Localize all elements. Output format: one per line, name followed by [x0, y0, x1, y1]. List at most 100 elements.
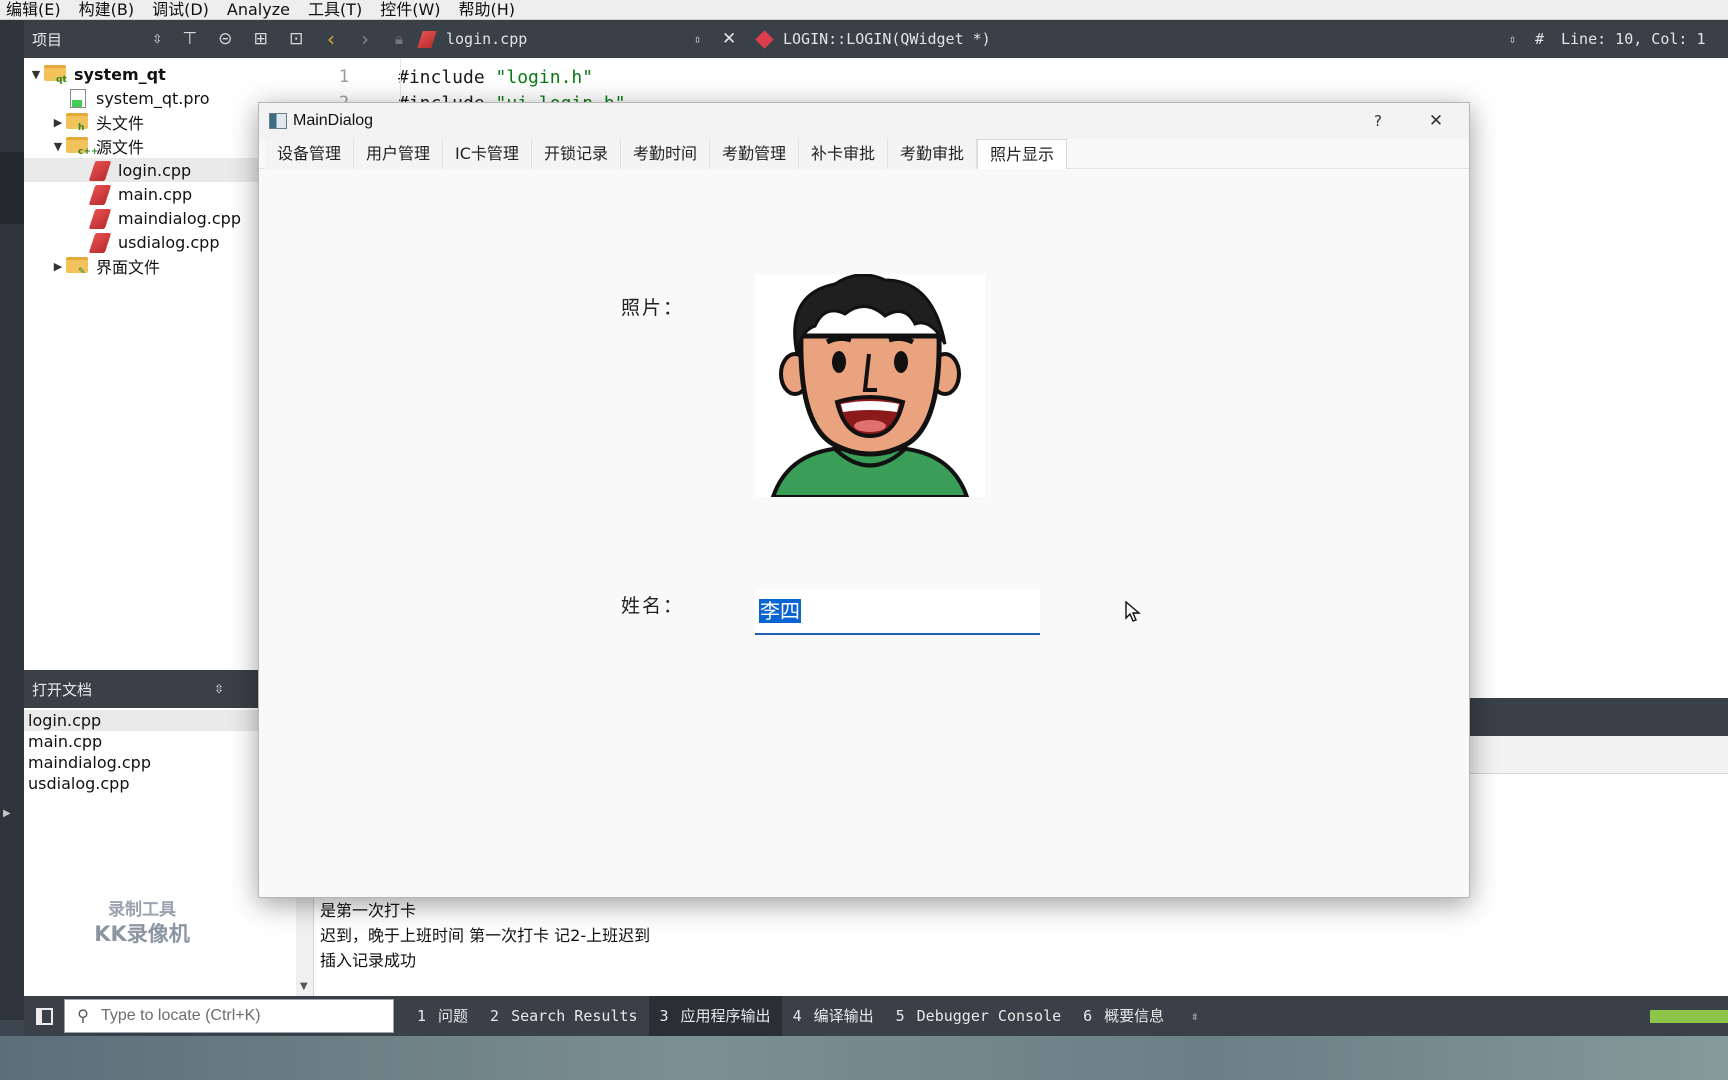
cpp-file-icon [88, 185, 112, 205]
output-tab[interactable]: 1 问题 [406, 996, 479, 1036]
tree-item-label: usdialog.cpp [118, 232, 220, 252]
tree-item-label: maindialog.cpp [118, 208, 241, 228]
editor-toolbar: ‹ › 🔒︎ login.cpp ⇳ ✕ LOGIN::LOGIN(QWidge… [314, 20, 1728, 58]
open-documents-title[interactable]: 打开文档 [24, 679, 214, 700]
sources-folder-icon: c++ [66, 137, 98, 157]
app-window-icon [269, 113, 287, 129]
dialog-tab[interactable]: 补卡审批 [798, 139, 888, 169]
line-number: 1 [338, 67, 350, 87]
build-progress-bar [1650, 1010, 1728, 1023]
output-line: 是第一次打卡 [320, 901, 417, 920]
mode-selector-bar: ▶ [0, 20, 24, 1020]
updown-icon[interactable]: ⇳ [1175, 1009, 1198, 1023]
updown-icon[interactable]: ⇳ [694, 32, 722, 46]
close-file-icon[interactable]: ✕ [722, 29, 750, 49]
include-string: "login.h" [495, 66, 594, 88]
menu-item[interactable]: 控件(W) [374, 0, 452, 19]
project-pane-title[interactable]: 项目 [24, 29, 152, 50]
forms-folder-icon: ✎ [66, 257, 88, 277]
dialog-tab[interactable]: 考勤时间 [620, 139, 710, 169]
menu-item[interactable]: 调试(D) [146, 0, 221, 19]
output-text: 是第一次打卡 迟到，晚于上班时间 第一次打卡 记2-上班迟到 插入记录成功 [320, 898, 650, 973]
menu-bar: 编辑(E) 构建(B) 调试(D) Analyze 工具(T) 控件(W) 帮助(H) [0, 0, 1728, 20]
updown-icon[interactable]: ⇳ [214, 682, 234, 696]
collapse-pane-icon[interactable]: ⊡ [279, 29, 315, 49]
menu-item[interactable]: 工具(T) [302, 0, 374, 19]
tree-item-label: 界面文件 [96, 258, 161, 277]
scroll-down-icon[interactable]: ▼ [300, 981, 308, 992]
output-tab-number: 5 [895, 1007, 905, 1025]
cartoon-avatar-image [770, 274, 970, 497]
tree-item-label: main.cpp [118, 184, 193, 204]
output-tab[interactable]: 3 应用程序输出 [648, 996, 782, 1036]
cpp-file-icon [88, 233, 112, 253]
expand-down-icon[interactable]: ▼ [50, 140, 66, 153]
project-pane-header: 项目 ⇳ ⊤ ⊝ ⊞ ⊡ [24, 20, 314, 58]
name-field[interactable]: 李四 [755, 589, 1040, 635]
tree-item-label: 头文件 [96, 114, 145, 133]
updown-icon[interactable]: ⇳ [152, 32, 172, 46]
help-button[interactable]: ? [1349, 112, 1407, 130]
symbol-selector[interactable]: LOGIN::LOGIN(QWidget *) [783, 30, 1509, 48]
output-tab[interactable]: 5 Debugger Console [885, 996, 1073, 1036]
dialog-tab[interactable]: 照片显示 [977, 139, 1068, 169]
dialog-tab[interactable]: 设备管理 [265, 139, 355, 169]
headers-folder-icon: h [66, 113, 88, 133]
dialog-tab[interactable]: IC卡管理 [443, 139, 532, 169]
desktop-background [0, 1036, 1728, 1080]
tree-item-label: system_qt.pro [96, 88, 210, 108]
tree-item-label: login.cpp [118, 160, 192, 180]
dialog-title: MainDialog [293, 112, 374, 129]
mouse-pointer-icon [1125, 600, 1141, 627]
output-scrollbar[interactable]: ▼ [296, 890, 314, 996]
menu-item[interactable]: 构建(B) [73, 0, 146, 19]
output-tab-label: Search Results [511, 1007, 638, 1025]
main-dialog-window: MainDialog ? ✕ 设备管理 用户管理 IC卡管理 开锁记录 考勤时间 考勤管理… [258, 102, 1470, 898]
dialog-tab[interactable]: 考勤管理 [709, 139, 799, 169]
menu-item[interactable]: 帮助(H) [453, 0, 528, 19]
output-tabs: 1 问题 2 Search Results 3 应用程序输出 4 编译输出 5 Debugger … [406, 996, 1175, 1036]
editor-file-name[interactable]: login.cpp [446, 30, 694, 48]
output-tab-label: Debugger Console [916, 1007, 1062, 1025]
output-tab-label: 问题 [438, 1007, 469, 1025]
cpp-file-icon [88, 161, 112, 181]
search-icon: ⚲ [77, 1008, 89, 1025]
forward-arrow-icon[interactable]: › [348, 27, 382, 51]
output-tab[interactable]: 4 编译输出 [782, 996, 885, 1036]
cursor-position[interactable]: Line: 10, Col: 1 [1561, 30, 1706, 48]
mode-active-marker [0, 152, 24, 224]
output-tab-number: 1 [417, 1007, 427, 1025]
link-icon[interactable]: ⊝ [208, 29, 244, 49]
dialog-tab[interactable]: 用户管理 [354, 139, 444, 169]
sidebar-toggle-button[interactable] [24, 996, 64, 1036]
locator-placeholder: Type to locate (Ctrl+K) [101, 1007, 261, 1024]
menu-item[interactable]: 编辑(E) [0, 0, 73, 19]
split-add-icon[interactable]: ⊞ [243, 29, 279, 49]
back-arrow-icon[interactable]: ‹ [314, 27, 348, 51]
filter-icon[interactable]: ⊤ [172, 29, 208, 49]
expand-right-icon[interactable]: ▶ [50, 116, 66, 129]
output-tab-number: 6 [1083, 1007, 1093, 1025]
expand-down-icon[interactable]: ▼ [28, 68, 44, 81]
bottom-status-bar: ⚲ Type to locate (Ctrl+K) 1 问题 2 Search Res… [24, 996, 1728, 1036]
dialog-title-bar[interactable]: MainDialog ? ✕ [259, 103, 1469, 139]
updown-icon[interactable]: ⇳ [1509, 32, 1535, 46]
locator-input[interactable]: ⚲ Type to locate (Ctrl+K) [64, 999, 394, 1033]
menu-item[interactable]: Analyze [221, 0, 302, 19]
expand-arrow-icon[interactable]: ▶ [3, 808, 11, 819]
include-directive: #include [398, 66, 496, 88]
user-photo [755, 274, 985, 497]
output-tab-number: 4 [792, 1007, 802, 1025]
dialog-tab[interactable]: 开锁记录 [531, 139, 621, 169]
output-tab[interactable]: 6 概要信息 [1072, 996, 1175, 1036]
name-label: 姓名： [621, 595, 685, 617]
output-tab[interactable]: 2 Search Results [479, 996, 648, 1036]
tree-item-label: system_qt [74, 64, 166, 84]
photo-label: 照片： [621, 297, 685, 319]
expand-right-icon[interactable]: ▶ [50, 260, 66, 273]
close-button[interactable]: ✕ [1407, 111, 1465, 131]
tree-item[interactable]: ▼ qt system_qt [24, 62, 314, 86]
tree-item-label: 源文件 [96, 138, 145, 157]
dialog-tab[interactable]: 考勤审批 [888, 139, 978, 169]
output-line: 插入记录成功 [320, 951, 417, 970]
